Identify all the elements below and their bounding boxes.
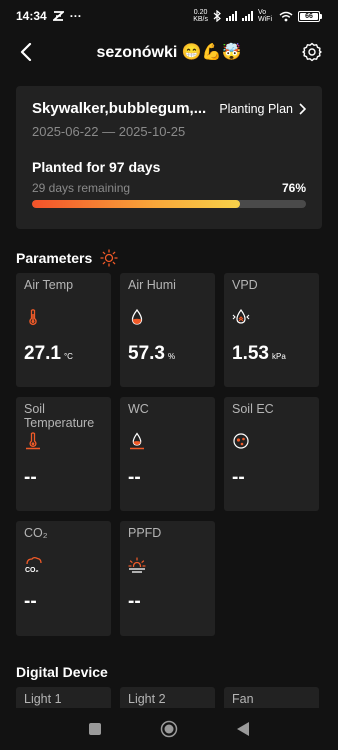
plan-progress-bar [32, 200, 306, 208]
back-arrow-icon [20, 43, 32, 61]
param-tile-air-humi[interactable]: Air Humi 57.3 % [120, 273, 215, 387]
tile-label: PPFD [128, 526, 162, 540]
co2-icon: CO₂ [25, 556, 42, 574]
tile-value-number: -- [128, 591, 141, 612]
tile-label: CO₂ [24, 526, 48, 540]
system-nav-bar [0, 708, 338, 750]
planting-plan-link-label: Planting Plan [219, 101, 293, 116]
vapor-droplet-icon [232, 308, 250, 324]
recents-button[interactable] [88, 722, 102, 736]
tile-value-number: -- [24, 591, 37, 612]
tile-value: 27.1 °C [24, 343, 73, 365]
network-speed-unit: KB/s [193, 16, 208, 23]
tile-value: -- [24, 467, 37, 489]
bluetooth-icon [213, 10, 221, 22]
status-time: 14:34 [16, 9, 47, 23]
notification-app-icon [52, 11, 64, 21]
soil-water-icon [130, 432, 144, 450]
battery-icon: 66 [298, 10, 322, 22]
more-notifications-icon: ··· [69, 9, 82, 23]
param-tile-ppfd[interactable]: PPFD -- [120, 521, 215, 636]
svg-text:CO₂: CO₂ [25, 567, 39, 574]
progress-percent: 76% [281, 181, 306, 195]
plan-name: Skywalker,bubblegum,... [32, 100, 207, 117]
tile-label: Soil EC [232, 402, 274, 416]
tile-label: Soil Temperature [24, 402, 95, 430]
tile-value-number: 57.3 [128, 343, 165, 364]
tile-value-number: 27.1 [24, 343, 61, 364]
app-header: sezonówki 😁💪🤯 [0, 32, 338, 72]
tile-value-number: -- [24, 467, 37, 488]
tile-value: -- [128, 591, 141, 613]
settings-button[interactable] [298, 38, 326, 66]
tile-label: Light 1 [24, 692, 62, 706]
battery-level: 66 [305, 12, 313, 20]
param-tile-vpd[interactable]: VPD 1.53 kPa [224, 273, 319, 387]
param-tile-soil-temperature[interactable]: Soil Temperature -- [16, 397, 111, 511]
tile-value-number: -- [128, 467, 141, 488]
sun-horizon-icon [128, 557, 146, 573]
vowifi-label: Vo WiFi [258, 9, 272, 23]
signal-bars-1-icon [226, 11, 237, 21]
status-right: 0.20 KB/s Vo WiFi 66 [193, 9, 322, 23]
tile-label: WC [128, 402, 149, 416]
wifi-icon [279, 11, 293, 21]
param-tile-co2[interactable]: CO₂ CO₂ -- [16, 521, 111, 636]
back-button[interactable] [12, 38, 40, 66]
param-tile-wc[interactable]: WC -- [120, 397, 215, 511]
soil-ec-icon [233, 433, 249, 449]
tile-value-number: 1.53 [232, 343, 269, 364]
remaining-days: 29 days remaining [32, 181, 131, 195]
tile-label: Air Humi [128, 278, 176, 292]
tile-value: -- [232, 467, 245, 489]
tile-label: VPD [232, 278, 258, 292]
thermometer-icon [29, 309, 37, 326]
signal-bars-2-icon [242, 11, 253, 21]
tile-label: Fan [232, 692, 254, 706]
tile-label: Light 2 [128, 692, 166, 706]
back-nav-button[interactable] [236, 721, 250, 737]
plan-progress-fill [32, 200, 241, 208]
planted-days: Planted for 97 days [32, 159, 161, 175]
param-tile-soil-ec[interactable]: Soil EC -- [224, 397, 319, 511]
tile-value-unit: °C [63, 352, 73, 361]
status-bar: 14:34 ··· 0.20 KB/s Vo WiFi 66 [0, 0, 338, 32]
tile-value-number: -- [232, 467, 245, 488]
soil-thermometer-icon [26, 432, 40, 450]
param-tile-air-temp[interactable]: Air Temp 27.1 °C [16, 273, 111, 387]
digital-device-title: Digital Device [16, 664, 108, 680]
plan-dates: 2025-06-22 — 2025-10-25 [32, 124, 186, 139]
tile-value: -- [128, 467, 141, 489]
tile-value: -- [24, 591, 37, 613]
status-left: 14:34 ··· [16, 9, 82, 23]
tile-value: 57.3 % [128, 343, 175, 365]
parameters-heading: Parameters [16, 249, 118, 267]
tile-label: Air Temp [24, 278, 74, 292]
tile-value-unit: % [167, 352, 176, 361]
planting-plan-link[interactable]: Planting Plan [219, 102, 306, 116]
parameters-title: Parameters [16, 250, 93, 266]
home-button[interactable] [160, 720, 178, 738]
network-speed: 0.20 KB/s [193, 9, 208, 23]
tile-value: 1.53 kPa [232, 343, 286, 365]
gear-icon [302, 42, 322, 62]
droplet-icon [131, 308, 143, 325]
chevron-right-icon [299, 102, 306, 115]
sun-icon[interactable] [100, 249, 118, 267]
tile-value-unit: kPa [271, 352, 286, 361]
digital-device-heading: Digital Device [16, 664, 108, 680]
page-title: sezonówki 😁💪🤯 [96, 44, 242, 61]
planting-plan-card[interactable]: Skywalker,bubblegum,... Planting Plan 20… [16, 86, 322, 229]
network-speed-value: 0.20 [193, 9, 208, 16]
